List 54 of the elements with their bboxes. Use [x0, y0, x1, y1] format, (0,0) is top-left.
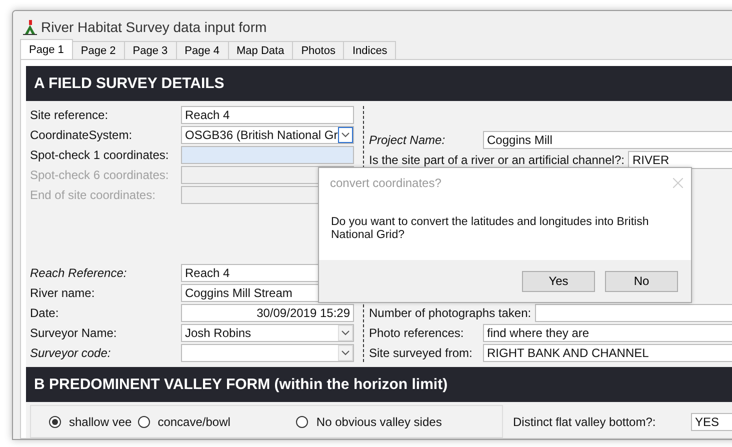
- radio-button[interactable]: [296, 416, 308, 428]
- input-field[interactable]: find where they are: [483, 324, 732, 342]
- dropdown-field[interactable]: Josh Robins: [181, 324, 354, 342]
- field-label: Is the site part of a river or an artificial channel?:: [369, 152, 626, 166]
- dropdown-field[interactable]: OSGB36 (British National Gr: [181, 126, 354, 144]
- input-field[interactable]: [535, 304, 732, 322]
- field-label: Date:: [30, 306, 60, 320]
- field-label: Spot-check 6 coordinates:: [30, 168, 170, 182]
- tab[interactable]: Page 4: [176, 41, 228, 59]
- field-label: Surveyor Name:: [30, 326, 118, 340]
- field-label: River name:: [30, 286, 96, 300]
- dialog-button[interactable]: No: [605, 270, 678, 292]
- radio-label: shallow vee: [69, 414, 132, 428]
- input-field[interactable]: YES: [691, 413, 732, 431]
- tab[interactable]: Page 1: [20, 39, 73, 59]
- field-label: Surveyor code:: [30, 346, 112, 360]
- app-icon: [23, 19, 37, 35]
- tab[interactable]: Page 3: [124, 41, 177, 59]
- field-label: Reach Reference:: [30, 266, 128, 280]
- radio-button[interactable]: [138, 416, 150, 428]
- date-field[interactable]: 30/09/2019 15:29: [181, 304, 354, 322]
- chevron-down-icon: [341, 350, 350, 356]
- field-label: Number of photographs taken:: [369, 306, 532, 320]
- field-label: Spot-check 1 coordinates:: [30, 148, 170, 162]
- radio-label: No obvious valley sides: [316, 414, 442, 428]
- section-heading: B PREDOMINENT VALLEY FORM (within the horizon limit): [26, 367, 732, 402]
- dialog-message: Do you want to convert the latitudes and longitudes into British National Grid?: [330, 215, 650, 243]
- field-label: Project Name:: [369, 132, 446, 146]
- tab[interactable]: Indices: [343, 41, 396, 59]
- input-field[interactable]: RIGHT BANK AND CHANNEL: [483, 344, 732, 362]
- tab[interactable]: Page 2: [72, 41, 125, 59]
- dialog-title: convert coordinates?: [330, 176, 442, 190]
- input-field[interactable]: [181, 146, 354, 164]
- field-label: CoordinateSystem:: [30, 128, 134, 142]
- input-field[interactable]: RIVER: [628, 150, 732, 168]
- input-field[interactable]: Coggins Mill: [483, 130, 732, 148]
- field-value: Josh Robins: [185, 326, 252, 340]
- chevron-down-icon: [341, 132, 350, 138]
- input-field[interactable]: Reach 4: [181, 106, 354, 124]
- dropdown-button[interactable]: [338, 126, 353, 142]
- field-label: Distinct flat valley bottom?:: [513, 415, 657, 429]
- radio-label: concave/bowl: [158, 414, 230, 428]
- tab[interactable]: Map Data: [228, 41, 294, 59]
- dropdown-field[interactable]: [181, 344, 354, 362]
- field-label: Site surveyed from:: [369, 346, 474, 360]
- field-label: End of site coordinates:: [30, 188, 156, 202]
- radio-button[interactable]: [49, 416, 61, 428]
- dialog-button[interactable]: Yes: [522, 270, 595, 292]
- window-title: River Habitat Survey data input form: [41, 19, 267, 35]
- field-value: OSGB36 (British National Gr: [185, 128, 338, 142]
- chevron-down-icon: [341, 330, 350, 336]
- section-heading: A FIELD SURVEY DETAILS: [26, 66, 732, 101]
- field-label: Photo references:: [369, 326, 465, 340]
- field-label: Site reference:: [30, 108, 110, 122]
